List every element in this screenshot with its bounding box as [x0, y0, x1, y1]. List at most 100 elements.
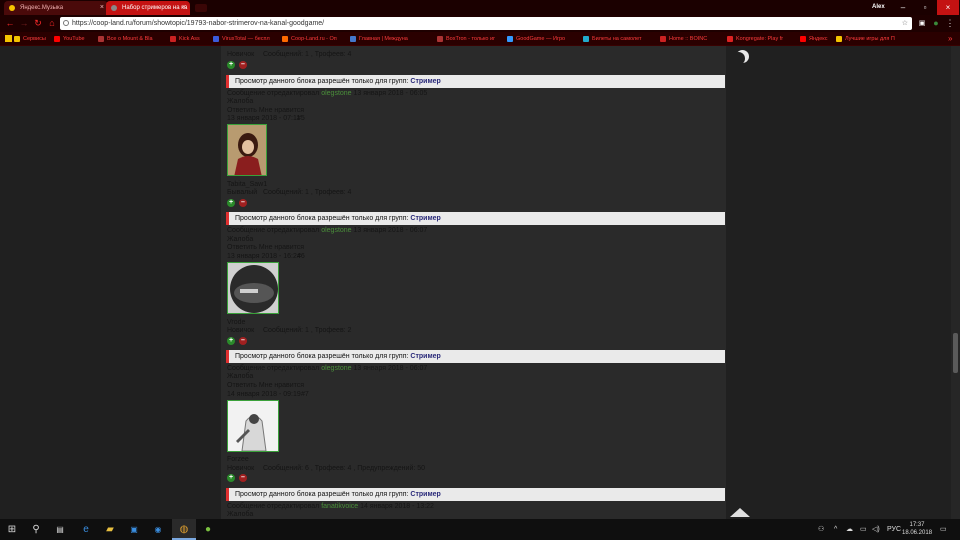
post-number[interactable]: #5 [297, 114, 305, 123]
close-tab-icon[interactable]: × [100, 1, 104, 15]
restore-icon[interactable]: ▫ [914, 0, 936, 15]
keyboard-language[interactable]: РУС [887, 519, 901, 540]
chevron-up-icon[interactable]: ^ [834, 519, 837, 540]
scroll-to-top-icon[interactable] [730, 508, 750, 517]
notifications-icon[interactable]: ▭ [940, 519, 947, 540]
volume-icon[interactable]: ◁) [872, 519, 880, 540]
bookmark-item[interactable]: Kick Ass [170, 33, 200, 45]
bookmark-item[interactable]: Kongregate: Play fr [727, 33, 783, 45]
restricted-block-banner: Просмотр данного блока разрешён только д… [226, 488, 725, 501]
post-number[interactable]: #6 [297, 252, 305, 261]
tab-streamers-topic[interactable]: Набор стримеров на ка × [106, 1, 190, 15]
goodgame-icon [507, 36, 513, 42]
minimize-icon[interactable]: – [892, 0, 914, 15]
editor-link[interactable]: olegstone [321, 227, 351, 234]
page-scrollbar[interactable] [951, 46, 960, 519]
home-icon[interactable]: ⌂ [46, 17, 58, 30]
apps-grid-icon[interactable] [5, 35, 12, 42]
bookmark-item[interactable]: VirusTotal — беспл [213, 33, 270, 45]
forward-arrow-icon[interactable]: → [18, 17, 30, 30]
url-text: https://coop-land.ru/forum/showtopic/197… [72, 20, 325, 27]
edge-icon[interactable]: e [74, 519, 98, 540]
clock-time: 17:37 [909, 522, 925, 528]
bookmark-item[interactable]: Сервисы [14, 33, 46, 45]
user-stats: Сообщений: 1 , Трофеев: 4 [263, 189, 352, 196]
rate-minus-icon[interactable]: – [239, 337, 247, 345]
bookmark-item[interactable]: GoodGame — Игро [507, 33, 565, 45]
edited-note: Сообщение отредактировал fanatikvoice 14… [227, 503, 434, 510]
store-icon[interactable]: ▣ [122, 519, 146, 540]
bookmark-item[interactable]: Билеты на самолет [583, 33, 642, 45]
steam-icon[interactable]: ◉ [146, 519, 170, 540]
editor-link[interactable]: olegstone [321, 365, 351, 372]
chrome-icon[interactable]: ◍ [172, 519, 196, 540]
rate-plus-icon[interactable]: + [227, 337, 235, 345]
close-tab-icon[interactable]: × [182, 1, 186, 15]
rate-minus-icon[interactable]: – [239, 199, 247, 207]
bookmark-favicon-icon [583, 36, 589, 42]
post-date: 13 января 2018 - 07:11 [227, 115, 301, 122]
avatar[interactable] [227, 400, 279, 452]
user-status: Бывалый [227, 189, 258, 196]
youtube-icon [54, 36, 60, 42]
complaint-link[interactable]: Жалоба [227, 510, 253, 519]
post-date: 13 января 2018 - 16:24 [227, 253, 301, 260]
restricted-block-banner: Просмотр данного блока разрешён только д… [226, 75, 725, 88]
reply-like-actions[interactable]: Ответить Мне нравится [227, 381, 304, 390]
more-bookmarks-icon[interactable]: » [948, 32, 952, 45]
scrollbar-thumb[interactable] [953, 333, 958, 373]
reload-icon[interactable]: ↻ [32, 17, 44, 30]
people-icon[interactable]: ⚇ [818, 519, 824, 540]
back-arrow-icon[interactable]: ← [4, 17, 16, 30]
menu-dots-icon[interactable]: ⋮ [944, 17, 956, 30]
cloud-icon[interactable]: ☁ [846, 519, 853, 540]
bookmark-item[interactable]: Coop-Land.ru - Оп [282, 33, 337, 45]
avatar[interactable] [227, 124, 267, 176]
rate-minus-icon[interactable]: – [239, 61, 247, 69]
bookmark-star-icon[interactable]: ☆ [902, 17, 908, 30]
editor-link[interactable]: fanatikvoice [321, 503, 358, 510]
bookmark-favicon-icon [170, 36, 176, 42]
extension-green-icon[interactable]: ● [930, 17, 942, 30]
boinc-icon [660, 36, 666, 42]
complaint-link[interactable]: Жалоба [227, 97, 253, 106]
file-explorer-icon[interactable]: ▰ [98, 519, 122, 540]
address-bar[interactable]: https://coop-land.ru/forum/showtopic/197… [60, 17, 912, 30]
rate-minus-icon[interactable]: – [239, 474, 247, 482]
bookmark-item[interactable]: BoxTron - только иг [437, 33, 495, 45]
close-window-icon[interactable]: × [937, 0, 959, 15]
bookmark-favicon-icon [350, 36, 356, 42]
profile-name[interactable]: Alex [872, 0, 885, 15]
avatar[interactable] [227, 262, 279, 314]
editor-link[interactable]: olegstone [321, 90, 351, 97]
restricted-block-banner: Просмотр данного блока разрешён только д… [226, 212, 725, 225]
reply-like-actions[interactable]: Ответить Мне нравится [227, 243, 304, 252]
rate-plus-icon[interactable]: + [227, 474, 235, 482]
task-view-icon[interactable]: ▤ [48, 519, 72, 540]
search-icon[interactable]: ⚲ [24, 519, 48, 540]
bookmark-item[interactable]: YouTube [54, 33, 85, 45]
clock-date: 18.06.2018 [902, 530, 933, 536]
bookmark-item[interactable]: Все о Mount & Bla [98, 33, 153, 45]
dark-mode-moon-icon[interactable] [732, 52, 745, 65]
bookmark-item[interactable]: Home :: BOINC [660, 33, 707, 45]
bookmark-item[interactable]: Яндекс [800, 33, 828, 45]
bookmark-item[interactable]: Лучшие игры для П [836, 33, 895, 45]
network-icon[interactable]: ▭ [860, 519, 867, 540]
username[interactable]: Forzee [227, 455, 249, 464]
rate-plus-icon[interactable]: + [227, 61, 235, 69]
windows-start-icon[interactable]: ⊞ [0, 519, 24, 540]
extension-icon[interactable]: ▣ [916, 17, 928, 30]
tab-label: Яндекс.Музыка [20, 5, 64, 11]
bookmark-item[interactable]: Главная | Междуна [350, 33, 408, 45]
tab-yandex-music[interactable]: Яндекс.Музыка × [4, 1, 108, 15]
virustotal-icon [213, 36, 219, 42]
bookmark-favicon-icon [437, 36, 443, 42]
post-number[interactable]: #7 [301, 390, 309, 399]
rate-plus-icon[interactable]: + [227, 199, 235, 207]
complaint-link[interactable]: Жалоба [227, 372, 253, 381]
clock[interactable]: 17:37 18.06.2018 [902, 521, 932, 537]
app-green-icon[interactable]: ● [196, 519, 220, 540]
new-tab-button[interactable] [195, 4, 207, 12]
kongregate-icon [727, 36, 733, 42]
